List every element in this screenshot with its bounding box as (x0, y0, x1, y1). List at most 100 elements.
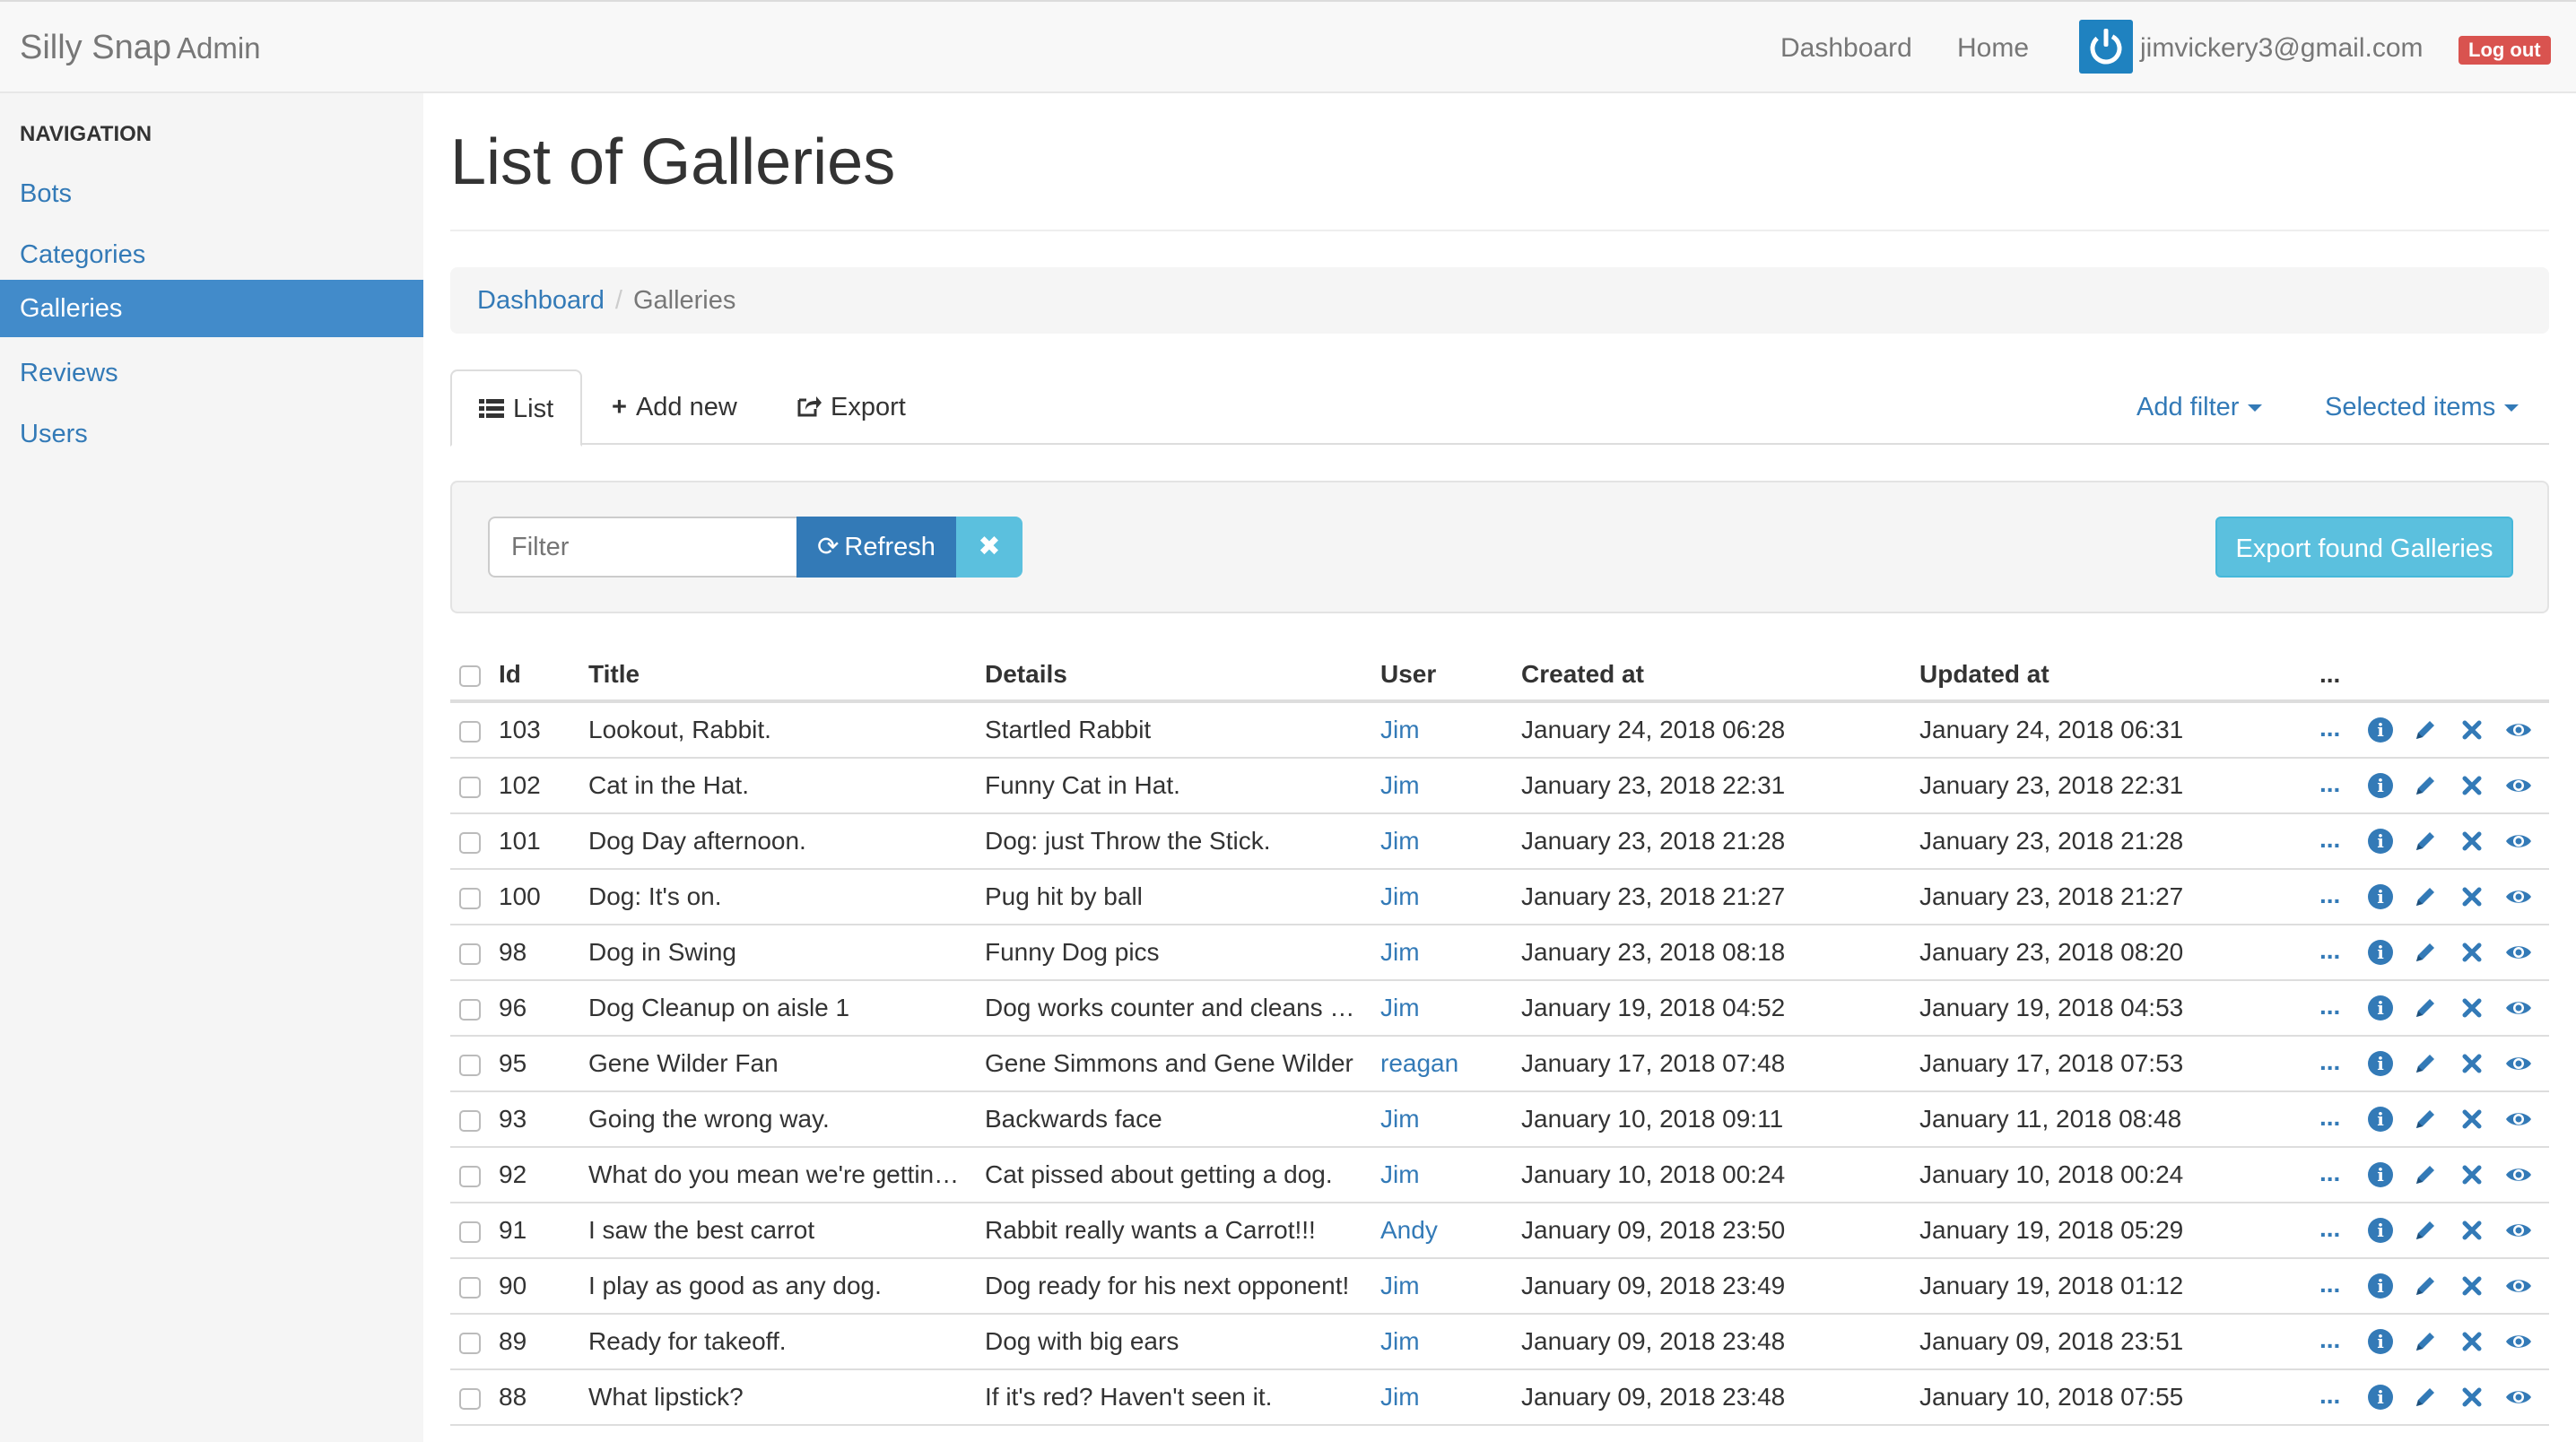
delete-icon[interactable] (2459, 1051, 2485, 1076)
delete-icon[interactable] (2459, 995, 2485, 1021)
cell-user-link[interactable]: Jim (1380, 716, 1506, 744)
more-actions-link[interactable]: ... (2319, 1103, 2340, 1132)
info-icon[interactable]: i (2368, 1162, 2393, 1187)
more-actions-link[interactable]: ... (2319, 1047, 2340, 1076)
pencil-icon[interactable] (2413, 717, 2438, 743)
more-actions-link[interactable]: ... (2319, 936, 2340, 965)
add-filter-dropdown[interactable]: Add filter (2137, 369, 2263, 445)
pencil-icon[interactable] (2413, 940, 2438, 965)
more-actions-link[interactable]: ... (2319, 1325, 2340, 1354)
export-found-button[interactable]: Export found Galleries (2215, 517, 2513, 578)
eye-icon[interactable] (2504, 884, 2533, 909)
cell-user-link[interactable]: Jim (1380, 938, 1506, 967)
info-icon[interactable]: i (2368, 1051, 2393, 1076)
cell-user-link[interactable]: Jim (1380, 827, 1506, 856)
info-icon[interactable]: i (2368, 717, 2393, 743)
delete-icon[interactable] (2459, 1273, 2485, 1299)
eye-icon[interactable] (2504, 1107, 2533, 1132)
eye-icon[interactable] (2504, 1385, 2533, 1410)
info-icon[interactable]: i (2368, 1218, 2393, 1243)
delete-icon[interactable] (2459, 773, 2485, 798)
cell-user-link[interactable]: Jim (1380, 1327, 1506, 1356)
eye-icon[interactable] (2504, 940, 2533, 965)
pencil-icon[interactable] (2413, 1107, 2438, 1132)
delete-icon[interactable] (2459, 884, 2485, 909)
delete-icon[interactable] (2459, 1107, 2485, 1132)
row-checkbox[interactable] (459, 999, 481, 1021)
more-actions-link[interactable]: ... (2319, 992, 2340, 1021)
row-checkbox[interactable] (459, 777, 481, 798)
more-actions-link[interactable]: ... (2319, 1159, 2340, 1187)
cell-user-link[interactable]: Jim (1380, 1383, 1506, 1412)
nav-link-dashboard[interactable]: Dashboard (1780, 33, 1912, 64)
pencil-icon[interactable] (2413, 1051, 2438, 1076)
eye-icon[interactable] (2504, 995, 2533, 1021)
row-checkbox[interactable] (459, 832, 481, 854)
row-checkbox[interactable] (459, 1110, 481, 1132)
eye-icon[interactable] (2504, 1273, 2533, 1299)
more-actions-link[interactable]: ... (2319, 769, 2340, 798)
sidebar-item-galleries[interactable]: Galleries (0, 280, 423, 337)
pencil-icon[interactable] (2413, 1273, 2438, 1299)
column-header-updated-at[interactable]: Updated at (1919, 660, 2049, 689)
cell-user-link[interactable]: Jim (1380, 1105, 1506, 1134)
clear-filter-button[interactable]: ✖ (956, 517, 1023, 578)
info-icon[interactable]: i (2368, 1107, 2393, 1132)
more-actions-link[interactable]: ... (2319, 714, 2340, 743)
pencil-icon[interactable] (2413, 829, 2438, 854)
info-icon[interactable]: i (2368, 1329, 2393, 1354)
row-checkbox[interactable] (459, 888, 481, 909)
pencil-icon[interactable] (2413, 884, 2438, 909)
info-icon[interactable]: i (2368, 1273, 2393, 1299)
delete-icon[interactable] (2459, 829, 2485, 854)
row-checkbox[interactable] (459, 1221, 481, 1243)
sidebar-item-bots[interactable]: Bots (0, 165, 423, 222)
info-icon[interactable]: i (2368, 884, 2393, 909)
cell-user-link[interactable]: Jim (1380, 1160, 1506, 1189)
tab-export[interactable]: Export (770, 369, 933, 445)
delete-icon[interactable] (2459, 1385, 2485, 1410)
more-actions-link[interactable]: ... (2319, 1381, 2340, 1410)
delete-icon[interactable] (2459, 717, 2485, 743)
pencil-icon[interactable] (2413, 995, 2438, 1021)
info-icon[interactable]: i (2368, 995, 2393, 1021)
nav-link-home[interactable]: Home (1957, 33, 2029, 64)
logout-button[interactable]: Log out (2459, 36, 2551, 65)
pencil-icon[interactable] (2413, 1162, 2438, 1187)
info-icon[interactable]: i (2368, 773, 2393, 798)
eye-icon[interactable] (2504, 773, 2533, 798)
pencil-icon[interactable] (2413, 1329, 2438, 1354)
delete-icon[interactable] (2459, 1162, 2485, 1187)
row-checkbox[interactable] (459, 1388, 481, 1410)
info-icon[interactable]: i (2368, 940, 2393, 965)
info-icon[interactable]: i (2368, 829, 2393, 854)
user-email[interactable]: jimvickery3@gmail.com (2140, 33, 2424, 64)
selected-items-dropdown[interactable]: Selected items (2325, 369, 2519, 445)
pencil-icon[interactable] (2413, 773, 2438, 798)
eye-icon[interactable] (2504, 1162, 2533, 1187)
refresh-button[interactable]: ⟳ Refresh (796, 517, 956, 578)
cell-user-link[interactable]: Jim (1380, 994, 1506, 1022)
cell-user-link[interactable]: Jim (1380, 882, 1506, 911)
column-header-details[interactable]: Details (985, 660, 1067, 689)
tab-list[interactable]: List (450, 369, 583, 447)
row-checkbox[interactable] (459, 943, 481, 965)
cell-user-link[interactable]: reagan (1380, 1049, 1506, 1078)
breadcrumb-dashboard[interactable]: Dashboard (477, 286, 605, 315)
more-actions-link[interactable]: ... (2319, 825, 2340, 854)
sidebar-item-categories[interactable]: Categories (0, 226, 423, 283)
eye-icon[interactable] (2504, 829, 2533, 854)
more-actions-link[interactable]: ... (2319, 881, 2340, 909)
delete-icon[interactable] (2459, 1218, 2485, 1243)
sidebar-item-reviews[interactable]: Reviews (0, 344, 423, 402)
column-header-id[interactable]: Id (499, 660, 521, 689)
brand[interactable]: Silly Snap Admin (20, 29, 261, 67)
eye-icon[interactable] (2504, 1218, 2533, 1243)
pencil-icon[interactable] (2413, 1218, 2438, 1243)
delete-icon[interactable] (2459, 940, 2485, 965)
select-all-checkbox[interactable] (459, 665, 481, 687)
column-header-created-at[interactable]: Created at (1521, 660, 1644, 689)
sidebar-item-users[interactable]: Users (0, 405, 423, 463)
info-icon[interactable]: i (2368, 1385, 2393, 1410)
eye-icon[interactable] (2504, 717, 2533, 743)
